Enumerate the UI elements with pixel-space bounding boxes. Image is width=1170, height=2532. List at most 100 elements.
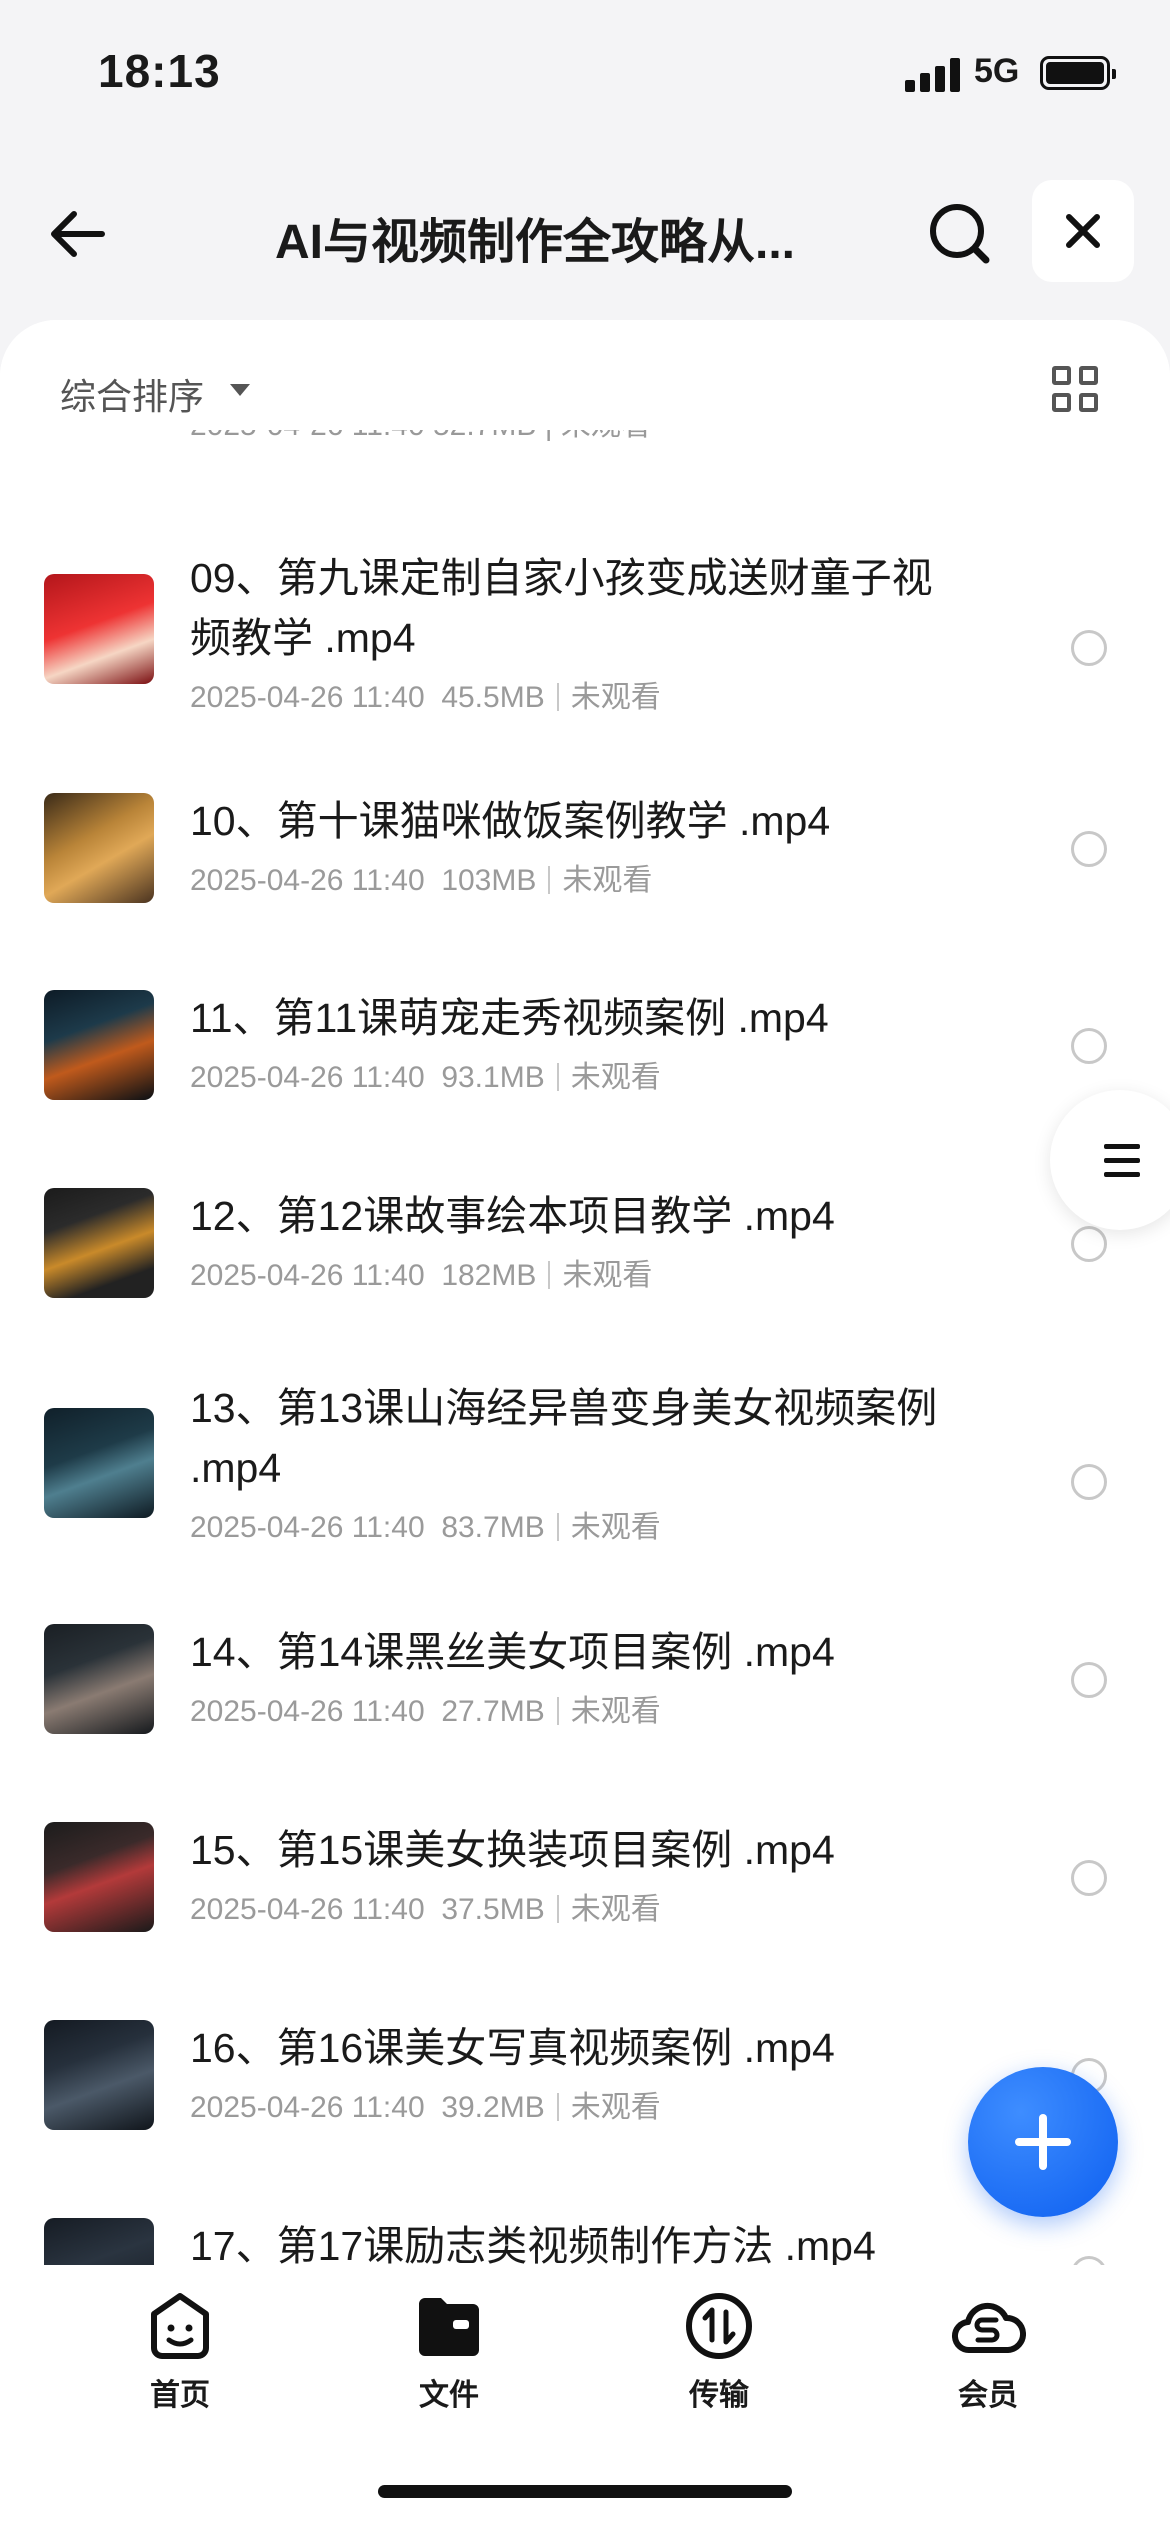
file-meta: 2025-04-26 11:40 37.5MB 未观看 bbox=[190, 1884, 661, 1928]
grid-view-icon[interactable] bbox=[1052, 366, 1100, 414]
tab-home[interactable]: 首页 bbox=[100, 2290, 260, 2420]
tab-member[interactable]: 会员 bbox=[908, 2290, 1068, 2420]
file-date: 2025-04-26 11:40 bbox=[190, 1259, 425, 1292]
battery-icon bbox=[1040, 56, 1116, 90]
divider bbox=[556, 1697, 559, 1725]
close-icon bbox=[1066, 214, 1100, 248]
file-size: 37.5MB bbox=[441, 1893, 545, 1926]
video-thumbnail bbox=[44, 1624, 154, 1734]
file-meta: 2025-04-26 11:40 182MB 未观看 bbox=[190, 1250, 652, 1294]
caret-down-icon[interactable] bbox=[230, 384, 250, 396]
add-button[interactable] bbox=[968, 2067, 1118, 2217]
file-meta: 2025-04-26 11:40 103MB 未观看 bbox=[190, 855, 652, 899]
select-radio[interactable] bbox=[1071, 1662, 1107, 1698]
file-name: 10、第十课猫咪做饭案例教学 .mp4 bbox=[190, 798, 831, 844]
member-cloud-icon bbox=[951, 2302, 1026, 2354]
tab-label: 首页 bbox=[150, 2379, 210, 2412]
video-thumbnail bbox=[44, 990, 154, 1100]
select-radio[interactable] bbox=[1071, 1860, 1107, 1896]
partial-item-meta: 2025-04-26 11:40 52.7MB | 未观看 bbox=[190, 428, 651, 444]
select-radio[interactable] bbox=[1071, 831, 1107, 867]
file-meta: 2025-04-26 11:40 93.1MB 未观看 bbox=[190, 1052, 661, 1096]
file-name: 13、第13课山海经异兽变身美女视频案例 .mp4 bbox=[190, 1385, 938, 1491]
file-name: 14、第14课黑丝美女项目案例 .mp4 bbox=[190, 1629, 835, 1675]
menu-icon-line bbox=[1104, 1158, 1140, 1163]
file-list: 2025-04-26 11:40 52.7MB | 未观看 09、第九课定制自家… bbox=[0, 428, 1170, 2265]
divider bbox=[548, 866, 551, 894]
list-item[interactable]: 09、第九课定制自家小孩变成送财童子视频教学 .mp4 2025-04-26 1… bbox=[0, 548, 1170, 748]
menu-icon-line bbox=[1104, 1172, 1140, 1177]
video-thumbnail bbox=[44, 793, 154, 903]
divider bbox=[548, 1261, 551, 1289]
select-radio[interactable] bbox=[1071, 1028, 1107, 1064]
file-status: 未观看 bbox=[570, 1893, 661, 1926]
file-date: 2025-04-26 11:40 bbox=[190, 1511, 425, 1544]
file-name: 12、第12课故事绘本项目教学 .mp4 bbox=[190, 1193, 835, 1239]
tab-label: 文件 bbox=[419, 2379, 479, 2412]
folder-icon bbox=[419, 2298, 479, 2356]
tab-files[interactable]: 文件 bbox=[369, 2290, 529, 2420]
list-item[interactable]: 17、第17课励志类视频制作方法 .mp4 bbox=[0, 2218, 1170, 2265]
file-meta: 2025-04-26 11:40 27.7MB 未观看 bbox=[190, 1686, 661, 1730]
file-status: 未观看 bbox=[562, 864, 653, 897]
select-radio[interactable] bbox=[1071, 1226, 1107, 1262]
close-button[interactable] bbox=[1032, 180, 1134, 282]
sort-bar: 综合排序 bbox=[0, 320, 1170, 430]
file-status: 未观看 bbox=[570, 1695, 661, 1728]
tab-label: 会员 bbox=[958, 2379, 1018, 2412]
select-radio[interactable] bbox=[1071, 2256, 1107, 2265]
file-status: 未观看 bbox=[570, 681, 661, 714]
list-item[interactable]: 14、第14课黑丝美女项目案例 .mp4 2025-04-26 11:40 27… bbox=[0, 1624, 1170, 1774]
file-name: 16、第16课美女写真视频案例 .mp4 bbox=[190, 2025, 835, 2071]
file-date: 2025-04-26 11:40 bbox=[190, 1695, 425, 1728]
header: AI与视频制作全攻略从... bbox=[0, 170, 1170, 295]
file-size: 83.7MB bbox=[441, 1511, 545, 1544]
list-item[interactable]: 12、第12课故事绘本项目教学 .mp4 2025-04-26 11:40 18… bbox=[0, 1188, 1170, 1338]
file-size: 93.1MB bbox=[441, 1061, 545, 1094]
file-meta: 2025-04-26 11:40 83.7MB 未观看 bbox=[190, 1502, 661, 1546]
file-meta: 2025-04-26 11:40 45.5MB 未观看 bbox=[190, 672, 661, 716]
search-icon[interactable] bbox=[924, 198, 996, 270]
divider bbox=[556, 1513, 559, 1541]
file-name: 09、第九课定制自家小孩变成送财童子视频教学 .mp4 bbox=[190, 555, 933, 661]
file-date: 2025-04-26 11:40 bbox=[190, 681, 425, 714]
file-name: 15、第15课美女换装项目案例 .mp4 bbox=[190, 1827, 835, 1873]
file-name: 17、第17课励志类视频制作方法 .mp4 bbox=[190, 2223, 876, 2265]
file-date: 2025-04-26 11:40 bbox=[190, 1893, 425, 1926]
signal-icon bbox=[905, 58, 961, 92]
transfer-icon bbox=[686, 2293, 752, 2359]
list-item[interactable]: 15、第15课美女换装项目案例 .mp4 2025-04-26 11:40 37… bbox=[0, 1822, 1170, 1972]
file-size: 45.5MB bbox=[441, 681, 545, 714]
select-radio[interactable] bbox=[1071, 630, 1107, 666]
video-thumbnail bbox=[44, 1408, 154, 1518]
file-date: 2025-04-26 11:40 bbox=[190, 864, 425, 897]
file-list-panel: 综合排序 2025-04-26 11:40 52.7MB | 未观看 09、第九… bbox=[0, 320, 1170, 2265]
file-size: 182MB bbox=[441, 1259, 537, 1292]
video-thumbnail bbox=[44, 1822, 154, 1932]
file-meta: 2025-04-26 11:40 39.2MB 未观看 bbox=[190, 2082, 661, 2126]
list-item[interactable]: 10、第十课猫咪做饭案例教学 .mp4 2025-04-26 11:40 103… bbox=[0, 793, 1170, 943]
file-status: 未观看 bbox=[562, 1259, 653, 1292]
page-title: AI与视频制作全攻略从... bbox=[274, 216, 795, 269]
file-status: 未观看 bbox=[570, 1061, 661, 1094]
list-item[interactable]: 11、第11课萌宠走秀视频案例 .mp4 2025-04-26 11:40 93… bbox=[0, 990, 1170, 1140]
divider bbox=[556, 1895, 559, 1923]
file-size: 39.2MB bbox=[441, 2091, 545, 2124]
tab-transfer[interactable]: 传输 bbox=[639, 2290, 799, 2420]
file-size: 27.7MB bbox=[441, 1695, 545, 1728]
divider bbox=[556, 2093, 559, 2121]
file-date: 2025-04-26 11:40 bbox=[190, 2091, 425, 2124]
file-name: 11、第11课萌宠走秀视频案例 .mp4 bbox=[190, 995, 829, 1041]
menu-icon bbox=[1104, 1144, 1140, 1149]
file-size: 103MB bbox=[441, 864, 537, 897]
home-face-icon bbox=[151, 2293, 209, 2359]
sort-dropdown[interactable]: 综合排序 bbox=[60, 368, 204, 420]
status-time: 18:13 bbox=[98, 45, 221, 97]
home-indicator bbox=[378, 2485, 792, 2498]
video-thumbnail bbox=[44, 2218, 154, 2265]
list-item[interactable]: 13、第13课山海经异兽变身美女视频案例 .mp4 2025-04-26 11:… bbox=[0, 1378, 1170, 1578]
file-date: 2025-04-26 11:40 bbox=[190, 1061, 425, 1094]
divider bbox=[556, 683, 559, 711]
select-radio[interactable] bbox=[1071, 1464, 1107, 1500]
back-arrow-icon[interactable] bbox=[44, 198, 116, 270]
